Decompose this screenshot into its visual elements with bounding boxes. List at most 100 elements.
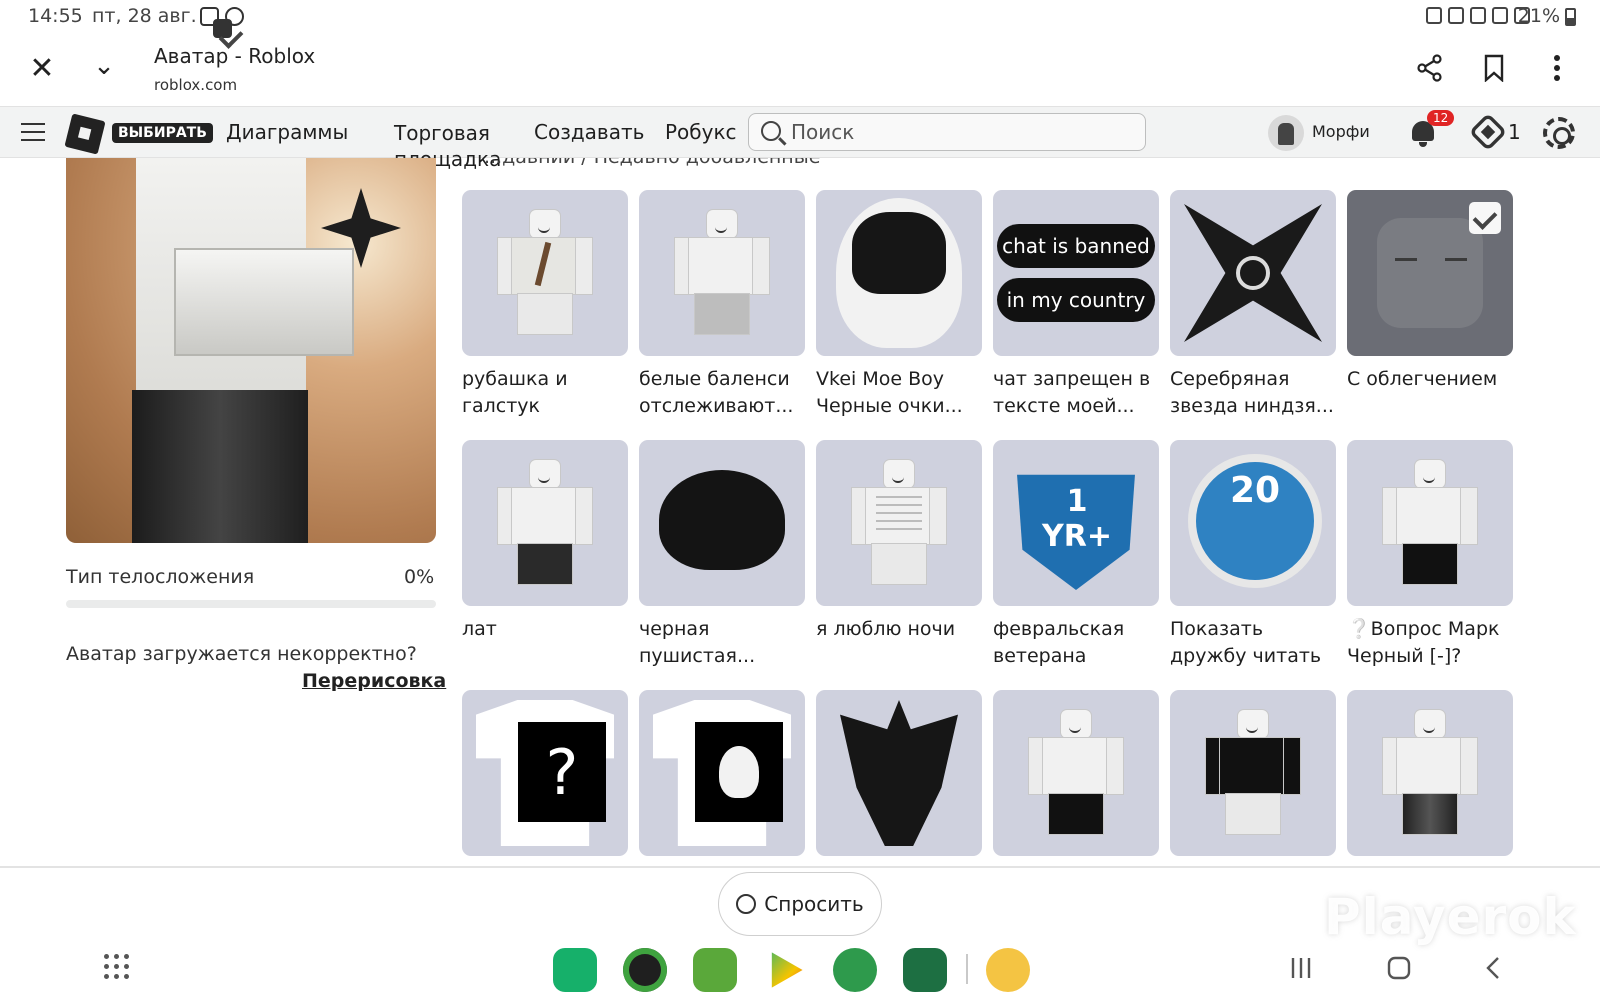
leaf-app-icon[interactable]: [833, 948, 877, 992]
item-thumbnail[interactable]: ?: [462, 690, 628, 856]
item-name[interactable]: я люблю ночи: [816, 616, 982, 672]
user-avatar[interactable]: [1268, 115, 1304, 151]
item-card[interactable]: [993, 690, 1159, 856]
item-card[interactable]: белые баленси отслеживают...: [639, 190, 805, 422]
item-thumbnail[interactable]: [462, 190, 628, 356]
item-card[interactable]: Vkei Moe Boy Черные очки...: [816, 190, 982, 422]
item-thumbnail[interactable]: [1170, 690, 1336, 856]
item-card[interactable]: ?: [462, 690, 628, 856]
render-issue-text: Аватар загружается некорректно?: [66, 643, 417, 665]
item-card[interactable]: я люблю ночи: [816, 440, 982, 672]
item-name[interactable]: Показать дружбу читать: [1170, 616, 1336, 672]
choose-badge[interactable]: ВЫБИРАТЬ: [112, 123, 213, 143]
username[interactable]: Морфи: [1312, 122, 1370, 141]
watermark: Playerok: [1324, 888, 1577, 946]
item-thumbnail[interactable]: [1347, 440, 1513, 606]
play-games-app-icon[interactable]: [771, 952, 803, 988]
item-name[interactable]: ❔Вопрос Марк Черный [-]?: [1347, 616, 1513, 672]
item-card[interactable]: черная пушистая...: [639, 440, 805, 672]
search-input[interactable]: [791, 117, 1131, 147]
nav-create[interactable]: Создавать: [534, 120, 644, 144]
item-card[interactable]: 1 YR+ февральская ветерана: [993, 440, 1159, 672]
home-key-icon[interactable]: [1386, 954, 1412, 982]
gear-icon[interactable]: [1543, 117, 1575, 149]
item-thumbnail[interactable]: [639, 190, 805, 356]
status-date: пт, 28 авг.: [92, 5, 197, 27]
recents-key-icon[interactable]: [1290, 954, 1312, 982]
share-icon[interactable]: [1410, 48, 1450, 88]
phone-app-icon[interactable]: [553, 948, 597, 992]
chat-banned-line1: chat is banned: [997, 224, 1155, 268]
item-name[interactable]: лат: [462, 616, 628, 672]
item-thumbnail[interactable]: 1 YR+: [993, 440, 1159, 606]
item-thumbnail[interactable]: [816, 440, 982, 606]
selected-check-icon[interactable]: [1469, 202, 1501, 234]
chat-banned-line2: in my country: [997, 278, 1155, 322]
relieved-face-icon: [1377, 218, 1483, 328]
search-box[interactable]: [748, 113, 1146, 151]
avatar-preview[interactable]: 2D: [66, 158, 436, 543]
item-thumbnail[interactable]: [639, 440, 805, 606]
roblox-logo-icon[interactable]: [64, 113, 106, 155]
browser-toolbar: ✕ ⌄ Аватар - Roblox roblox.com: [0, 34, 1600, 106]
excel-app-icon[interactable]: [903, 948, 947, 992]
item-card[interactable]: Серебряная звезда ниндзя...: [1170, 190, 1336, 422]
item-name[interactable]: рубашка и галстук: [462, 366, 628, 422]
body-type-slider[interactable]: [66, 600, 436, 608]
item-thumbnail[interactable]: [1347, 190, 1513, 356]
mute-icon: [1492, 7, 1508, 24]
item-name[interactable]: С облегчением: [1347, 366, 1513, 422]
item-card[interactable]: С облегчением: [1347, 190, 1513, 422]
item-thumbnail[interactable]: [639, 690, 805, 856]
bookmark-icon[interactable]: [1474, 48, 1514, 88]
item-thumbnail[interactable]: [1347, 690, 1513, 856]
item-card[interactable]: 20 Показать дружбу читать: [1170, 440, 1336, 672]
item-thumbnail[interactable]: [993, 690, 1159, 856]
body-type-label: Тип телосложения: [66, 566, 255, 588]
chevron-down-icon[interactable]: ⌄: [84, 46, 124, 86]
item-card[interactable]: ❔Вопрос Марк Черный [-]?: [1347, 440, 1513, 672]
recent-app-icon[interactable]: [986, 948, 1030, 992]
roblox-navbar: ВЫБИРАТЬ Диаграммы Торговая площадка Соз…: [0, 106, 1600, 171]
dock-separator: [966, 954, 968, 984]
xbox-app-icon[interactable]: [623, 948, 667, 992]
item-name[interactable]: черная пушистая...: [639, 616, 805, 672]
nav-robux[interactable]: Робукс: [665, 120, 737, 144]
robux-icon[interactable]: [1468, 112, 1508, 152]
ask-button[interactable]: Спросить: [718, 872, 882, 936]
system-icons: [1426, 7, 1530, 24]
status-time: 14:55: [28, 5, 83, 27]
item-name[interactable]: Серебряная звезда ниндзя...: [1170, 366, 1336, 422]
item-card[interactable]: лат: [462, 440, 628, 672]
nav-charts[interactable]: Диаграммы: [226, 120, 348, 144]
item-thumbnail[interactable]: [462, 440, 628, 606]
close-icon[interactable]: ✕: [22, 48, 62, 88]
calculator-app-icon[interactable]: [693, 948, 737, 992]
item-thumbnail[interactable]: chat is banned in my country: [993, 190, 1159, 356]
ask-label: Спросить: [764, 892, 864, 916]
item-thumbnail[interactable]: [816, 690, 982, 856]
item-card[interactable]: [816, 690, 982, 856]
search-icon: [761, 121, 781, 141]
notification-icons: [200, 7, 244, 38]
app-drawer-icon[interactable]: [104, 954, 130, 980]
item-name[interactable]: февральская ветерана: [993, 616, 1159, 672]
redraw-link[interactable]: Перерисовка: [302, 670, 446, 692]
item-name[interactable]: чат запрещен в тексте моей...: [993, 366, 1159, 422]
item-card[interactable]: [639, 690, 805, 856]
more-options-icon[interactable]: [1537, 48, 1577, 88]
item-name[interactable]: Vkei Moe Boy Черные очки...: [816, 366, 982, 422]
back-key-icon[interactable]: [1484, 954, 1502, 982]
item-card[interactable]: рубашка и галстук: [462, 190, 628, 422]
item-card[interactable]: [1347, 690, 1513, 856]
status-bar: 14:55 пт, 28 авг. 21%: [0, 0, 1600, 38]
item-name[interactable]: белые баленси отслеживают...: [639, 366, 805, 422]
item-card[interactable]: chat is banned in my country чат запреще…: [993, 190, 1159, 422]
item-card[interactable]: [1170, 690, 1336, 856]
notification-count-badge: 12: [1427, 110, 1455, 126]
item-thumbnail[interactable]: 20: [1170, 440, 1336, 606]
item-thumbnail[interactable]: [1170, 190, 1336, 356]
robux-balance[interactable]: 1: [1508, 120, 1521, 144]
menu-icon[interactable]: [21, 123, 45, 141]
item-thumbnail[interactable]: [816, 190, 982, 356]
